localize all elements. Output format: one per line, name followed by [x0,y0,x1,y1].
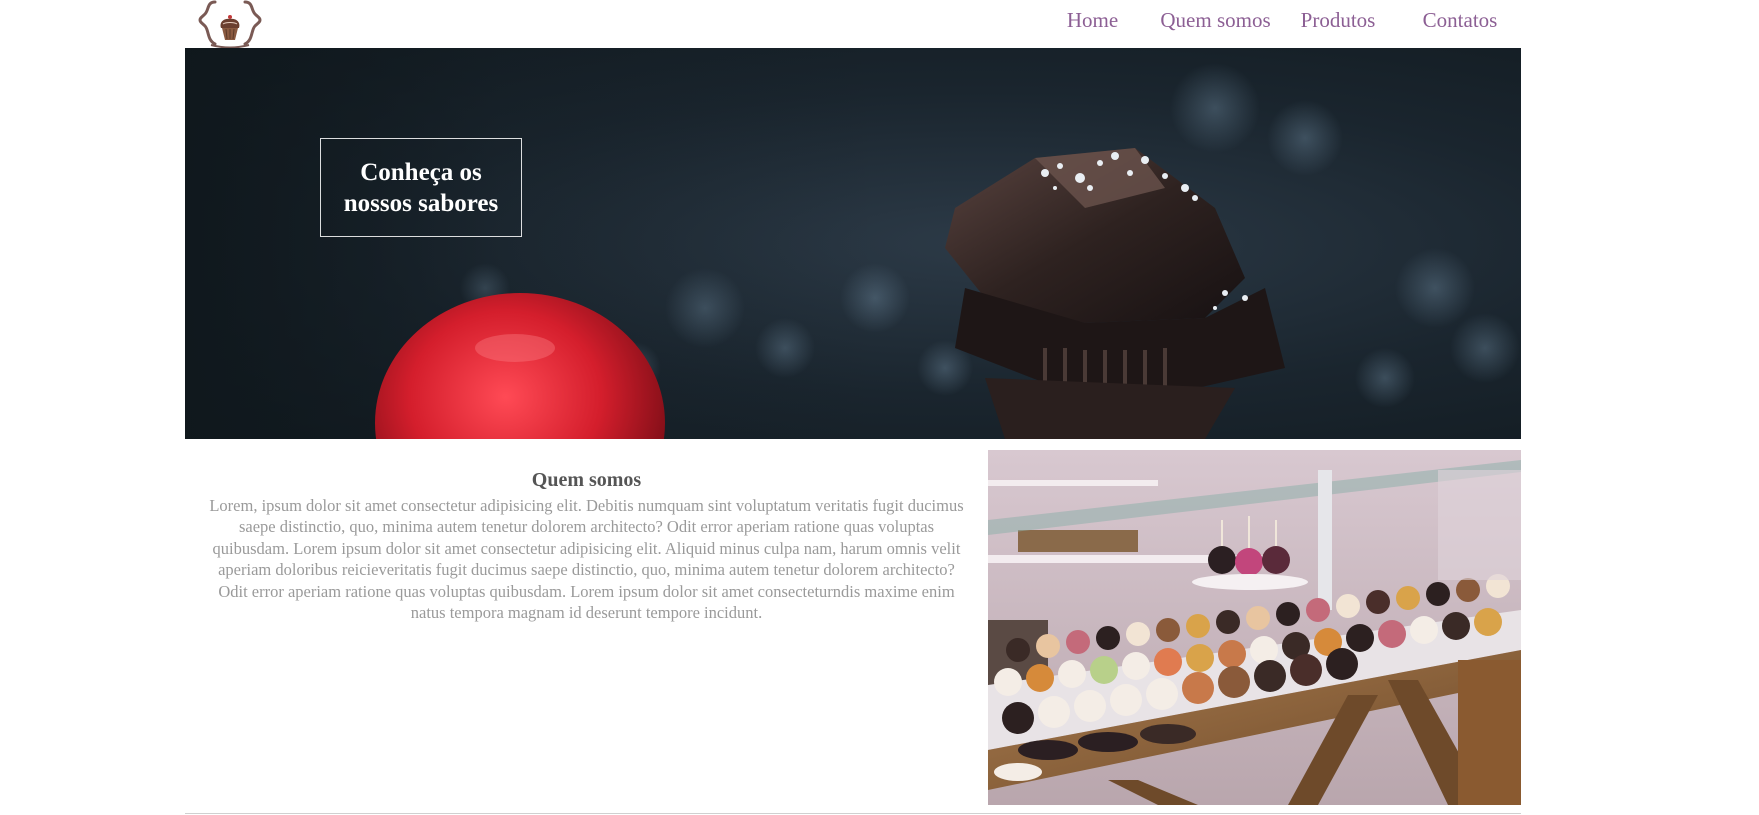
page-container: Home Quem somos Produtos Contatos Conheç… [185,0,1521,815]
hero-photo [185,48,1520,439]
about-title: Quem somos [531,469,642,491]
nav-link-contatos[interactable]: Contatos [1399,0,1521,42]
nav-link-quem-somos[interactable]: Quem somos [1154,0,1277,42]
pastry-display-case-photo [988,450,1521,805]
main-nav: Home Quem somos Produtos Contatos [1031,0,1521,42]
about-text: Lorem, ipsum dolor sit amet consectetur … [209,496,964,623]
nav-link-home[interactable]: Home [1031,0,1154,42]
nav-link-produtos[interactable]: Produtos [1277,0,1399,42]
site-header: Home Quem somos Produtos Contatos [185,0,1521,48]
about-section: Quem somos Lorem, ipsum dolor sit amet c… [185,450,988,810]
footer-divider [185,813,1521,814]
hero-title-box: Conheça os nossos sabores [320,138,522,237]
hero-title: Conheça os nossos sabores [343,158,499,217]
hero-banner: Conheça os nossos sabores [185,48,1521,439]
cupcake-logo-icon[interactable] [197,0,263,48]
